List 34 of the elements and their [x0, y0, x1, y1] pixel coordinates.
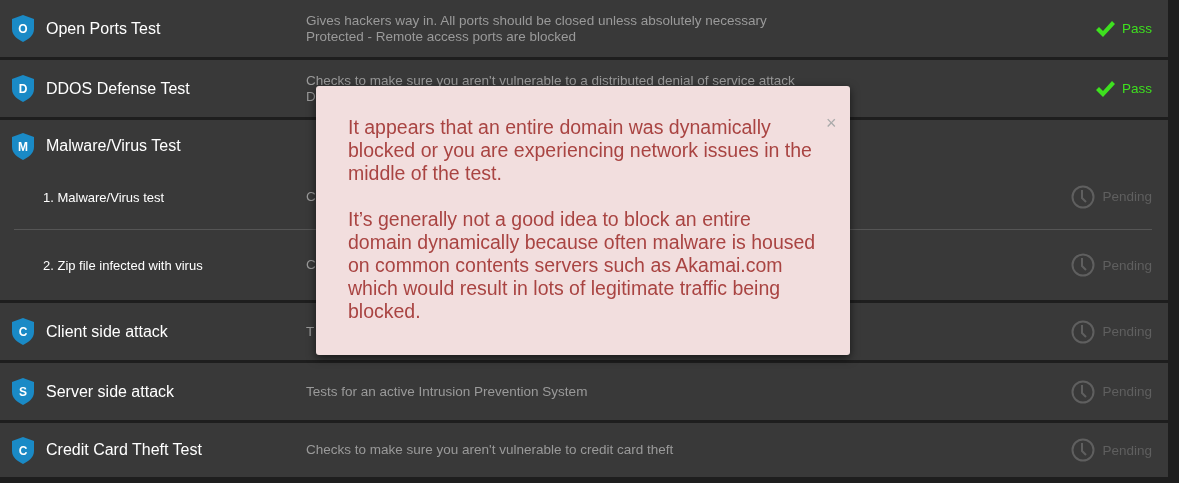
clock-icon — [1071, 438, 1096, 462]
check-icon — [1096, 20, 1115, 37]
test-name: Malware/Virus Test — [46, 137, 181, 155]
test-description: T — [306, 323, 315, 340]
test-name: Client side attack — [46, 322, 168, 341]
clock-icon — [1071, 184, 1096, 209]
alert-message: It’s generally not a good idea to block an entire domain dynamically because often malware is housed on common contents servers such as Akamai.com which would result in lots of legitimate traffic being blocked. — [348, 208, 816, 323]
shield-icon: D — [12, 75, 34, 102]
subtest-name: 1. Malware/Virus test — [43, 189, 165, 205]
test-name: Credit Card Theft Test — [46, 441, 202, 459]
clock-icon — [1071, 253, 1096, 277]
test-description: Tests for an active Intrusion Prevention System — [306, 383, 588, 400]
test-name: DDOS Defense Test — [46, 79, 190, 98]
test-description: C — [306, 257, 316, 273]
subtest-name: 2. Zip file infected with virus — [43, 258, 203, 273]
shield-icon: C — [12, 318, 34, 345]
shield-icon: S — [12, 378, 34, 405]
test-description: Gives hackers way in. All ports should be closed unless absolutely necessary — [306, 12, 767, 29]
test-description: Checks to make sure you aren't vulnerable to credit card theft — [306, 442, 674, 458]
shield-icon: C — [12, 436, 34, 464]
clock-icon — [1071, 379, 1096, 404]
status-label: Pass — [1122, 21, 1152, 36]
test-description: C — [306, 188, 316, 205]
clock-icon — [1071, 319, 1096, 344]
check-icon — [1096, 80, 1115, 97]
shield-icon: O — [12, 15, 34, 42]
alert-message: It appears that an entire domain was dynamically blocked or you are experiencing network issues in the middle of the test. — [348, 116, 813, 185]
test-name: Server side attack — [46, 382, 175, 401]
status-label: Pass — [1122, 81, 1152, 96]
test-description: Protected - Remote access ports are blocked — [306, 28, 577, 45]
shield-icon: M — [12, 132, 34, 160]
close-button[interactable]: × — [826, 112, 837, 134]
test-name: Open Ports Test — [46, 19, 161, 38]
test-description: D — [306, 88, 316, 105]
